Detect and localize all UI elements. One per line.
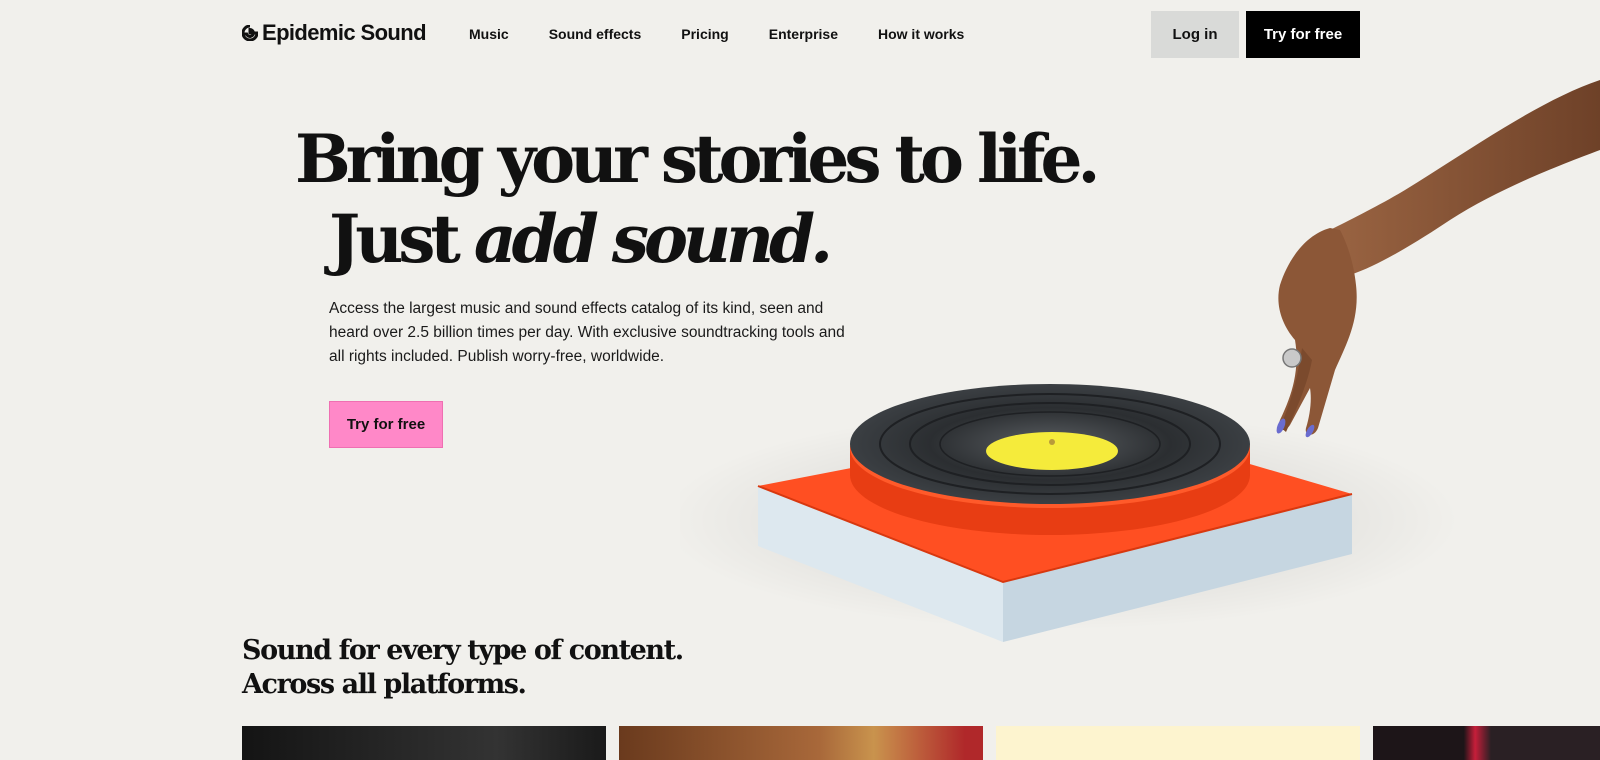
try-for-free-header-button[interactable]: Try for free <box>1246 11 1360 58</box>
arm <box>1330 80 1600 275</box>
ring <box>1282 348 1302 368</box>
content-card[interactable] <box>996 726 1360 760</box>
nav-sound-effects[interactable]: Sound effects <box>549 26 642 42</box>
content-card[interactable] <box>1373 726 1600 760</box>
nav-enterprise[interactable]: Enterprise <box>769 26 838 42</box>
logo-text: Epidemic Sound <box>262 20 427 45</box>
spindle <box>1049 439 1055 445</box>
main-nav: Music Sound effects Pricing Enterprise H… <box>469 26 964 42</box>
logo[interactable]: Epidemic Sound <box>242 20 427 46</box>
record-label <box>986 432 1118 470</box>
content-card[interactable] <box>619 726 983 760</box>
epidemic-logo-icon <box>242 25 258 41</box>
content-card[interactable] <box>242 726 606 760</box>
try-for-free-hero-button[interactable]: Try for free <box>329 401 443 448</box>
hero-heading-plain: Just <box>329 200 474 278</box>
section-heading-line2: Across all platforms. <box>242 669 527 700</box>
nav-pricing[interactable]: Pricing <box>681 26 728 42</box>
content-cards <box>242 726 1600 760</box>
login-button[interactable]: Log in <box>1151 11 1239 58</box>
nav-music[interactable]: Music <box>469 26 509 42</box>
nav-how-it-works[interactable]: How it works <box>878 26 964 42</box>
section-heading-line1: Sound for every type of content. <box>242 635 684 666</box>
section-heading: Sound for every type of content. Across … <box>242 634 684 702</box>
turntable-illustration <box>680 80 1600 642</box>
site-header: Epidemic Sound Music Sound effects Prici… <box>0 0 1600 70</box>
